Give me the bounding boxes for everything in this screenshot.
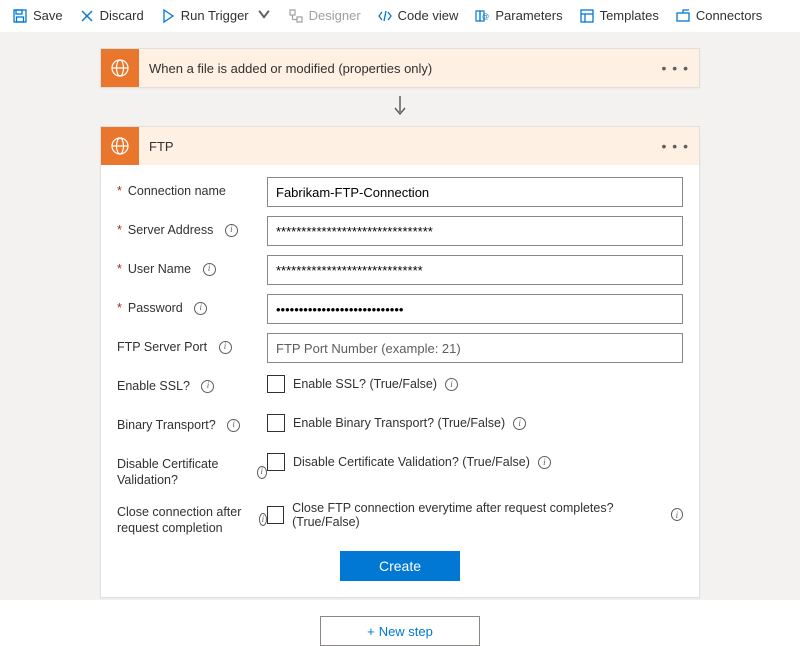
discard-button[interactable]: Discard (71, 4, 152, 28)
disable-cert-label: Disable Certificate Validation? i (117, 450, 267, 489)
trigger-header[interactable]: When a file is added or modified (proper… (101, 49, 699, 87)
close-conn-checkbox-label: Close FTP connection everytime after req… (292, 501, 663, 529)
ftp-header[interactable]: FTP • • • (101, 127, 699, 165)
trigger-title: When a file is added or modified (proper… (139, 61, 652, 76)
parameters-button[interactable]: @ Parameters (466, 4, 570, 28)
flow-arrow-icon (0, 88, 800, 126)
info-icon[interactable]: i (225, 224, 238, 237)
enable-ssl-checkbox[interactable] (267, 375, 285, 393)
password-input[interactable] (267, 294, 683, 324)
chevron-down-icon (256, 6, 272, 25)
info-icon[interactable]: i (227, 419, 240, 432)
password-label: *Password i (117, 294, 267, 316)
save-button[interactable]: Save (4, 4, 71, 28)
code-icon (377, 8, 393, 24)
new-step-button[interactable]: + New step (320, 616, 480, 646)
info-icon[interactable]: i (445, 378, 458, 391)
connectors-button[interactable]: Connectors (667, 4, 770, 28)
username-input[interactable] (267, 255, 683, 285)
ftp-port-label: FTP Server Port i (117, 333, 267, 355)
templates-icon (579, 8, 595, 24)
info-icon[interactable]: i (671, 508, 683, 521)
info-icon[interactable]: i (538, 456, 551, 469)
connectors-label: Connectors (696, 8, 762, 23)
info-icon[interactable]: i (194, 302, 207, 315)
enable-ssl-checkbox-label: Enable SSL? (True/False) (293, 377, 437, 391)
binary-transport-checkbox[interactable] (267, 414, 285, 432)
ftp-connector-icon (101, 49, 139, 87)
ftp-form: *Connection name *Server Address i *User… (101, 165, 699, 597)
info-icon[interactable]: i (219, 341, 232, 354)
designer-button: Designer (280, 4, 369, 28)
discard-icon (79, 8, 95, 24)
close-conn-label: Close connection after request completio… (117, 498, 267, 537)
save-label: Save (33, 8, 63, 23)
designer-icon (288, 8, 304, 24)
parameters-icon: @ (474, 8, 490, 24)
info-icon[interactable]: i (201, 380, 214, 393)
server-address-label: *Server Address i (117, 216, 267, 238)
close-conn-checkbox[interactable] (267, 506, 284, 524)
play-icon (160, 8, 176, 24)
save-icon (12, 8, 28, 24)
discard-label: Discard (100, 8, 144, 23)
ftp-port-input[interactable] (267, 333, 683, 363)
info-icon[interactable]: i (259, 513, 267, 526)
ftp-action-card: FTP • • • *Connection name *Server Addre… (100, 126, 700, 598)
binary-transport-checkbox-label: Enable Binary Transport? (True/False) (293, 416, 505, 430)
parameters-label: Parameters (495, 8, 562, 23)
disable-cert-checkbox[interactable] (267, 453, 285, 471)
binary-transport-label: Binary Transport? i (117, 411, 267, 433)
connection-name-input[interactable] (267, 177, 683, 207)
new-step-label: New step (379, 624, 433, 639)
ftp-title: FTP (139, 139, 652, 154)
connection-name-label: *Connection name (117, 177, 267, 199)
connectors-icon (675, 8, 691, 24)
code-view-button[interactable]: Code view (369, 4, 467, 28)
server-address-input[interactable] (267, 216, 683, 246)
code-view-label: Code view (398, 8, 459, 23)
designer-canvas: When a file is added or modified (proper… (0, 32, 800, 600)
username-label: *User Name i (117, 255, 267, 277)
trigger-card: When a file is added or modified (proper… (100, 48, 700, 88)
plus-icon: + (367, 624, 375, 639)
svg-text:@: @ (482, 14, 489, 21)
run-trigger-label: Run Trigger (181, 8, 249, 23)
templates-label: Templates (600, 8, 659, 23)
templates-button[interactable]: Templates (571, 4, 667, 28)
designer-label: Designer (309, 8, 361, 23)
create-button[interactable]: Create (340, 551, 460, 581)
enable-ssl-label: Enable SSL? i (117, 372, 267, 394)
info-icon[interactable]: i (203, 263, 216, 276)
info-icon[interactable]: i (257, 466, 268, 479)
toolbar: Save Discard Run Trigger Designer Code v… (0, 0, 800, 32)
run-trigger-button[interactable]: Run Trigger (152, 2, 280, 29)
trigger-menu-button[interactable]: • • • (652, 60, 699, 76)
ftp-menu-button[interactable]: • • • (652, 138, 699, 154)
info-icon[interactable]: i (513, 417, 526, 430)
ftp-connector-icon (101, 127, 139, 165)
disable-cert-checkbox-label: Disable Certificate Validation? (True/Fa… (293, 455, 530, 469)
